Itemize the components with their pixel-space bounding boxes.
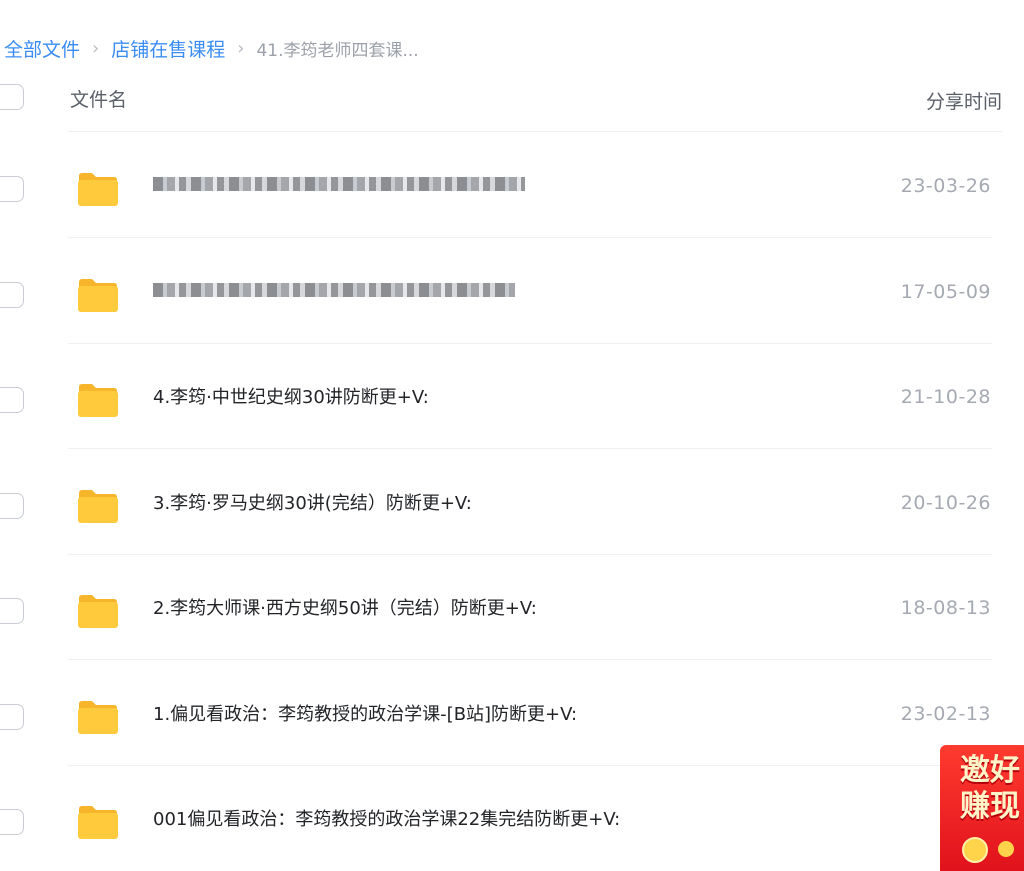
breadcrumb: 全部文件 › 店铺在售课程 › 41.李筠老师四套课... bbox=[4, 34, 419, 62]
column-header-name[interactable]: 文件名 bbox=[70, 85, 127, 112]
file-row[interactable]: 4.李筠·中世纪史纲30讲防断更+V: 21-10-28 bbox=[0, 344, 1024, 449]
file-list-header: 文件名 分享时间 bbox=[0, 78, 1024, 118]
file-name[interactable]: 1.偏见看政治：李筠教授的政治学课-[B站]防断更+V: bbox=[153, 700, 577, 726]
file-row[interactable]: 1.偏见看政治：李筠教授的政治学课-[B站]防断更+V: 23-02-13 bbox=[0, 661, 1024, 766]
folder-icon bbox=[76, 804, 120, 840]
folder-icon bbox=[76, 171, 120, 207]
coin-icon bbox=[962, 837, 988, 863]
folder-icon bbox=[76, 488, 120, 524]
select-all-checkbox[interactable] bbox=[0, 84, 24, 110]
promo-text-line-2: 赚现 bbox=[960, 789, 1020, 824]
row-checkbox[interactable] bbox=[0, 387, 24, 413]
file-name[interactable] bbox=[153, 177, 525, 191]
file-row[interactable]: 23-03-26 bbox=[0, 133, 1024, 238]
file-name[interactable]: 2.李筠大师课·西方史纲50讲（完结）防断更+V: bbox=[153, 594, 537, 620]
share-time: 23-02-13 bbox=[900, 702, 991, 725]
file-row[interactable]: 17-05-09 bbox=[0, 239, 1024, 344]
chevron-right-icon: › bbox=[92, 37, 100, 59]
share-time: 20-10-26 bbox=[900, 491, 991, 514]
file-name[interactable]: 3.李筠·罗马史纲30讲(完结）防断更+V: bbox=[153, 489, 472, 515]
promo-banner[interactable]: 邀好 赚现 bbox=[940, 745, 1024, 871]
file-name[interactable] bbox=[153, 282, 515, 297]
promo-text-line-1: 邀好 bbox=[960, 753, 1020, 788]
file-row[interactable]: 2.李筠大师课·西方史纲50讲（完结）防断更+V: 18-08-13 bbox=[0, 555, 1024, 660]
header-divider bbox=[68, 131, 1002, 132]
row-checkbox[interactable] bbox=[0, 703, 24, 730]
file-name[interactable]: 001偏见看政治：李筠教授的政治学课22集完结防断更+V: bbox=[153, 805, 620, 831]
folder-icon bbox=[76, 277, 120, 313]
breadcrumb-store-courses[interactable]: 店铺在售课程 bbox=[111, 35, 225, 62]
folder-icon bbox=[76, 382, 120, 418]
file-row[interactable]: 3.李筠·罗马史纲30讲(完结）防断更+V: 20-10-26 bbox=[0, 450, 1024, 555]
row-checkbox[interactable] bbox=[0, 281, 24, 308]
share-time: 23-03-26 bbox=[900, 175, 991, 197]
folder-icon bbox=[76, 593, 120, 629]
share-time: 18-08-13 bbox=[900, 597, 991, 619]
chevron-right-icon: › bbox=[237, 37, 245, 59]
breadcrumb-all-files[interactable]: 全部文件 bbox=[4, 35, 80, 62]
folder-icon bbox=[76, 699, 120, 735]
breadcrumb-current: 41.李筠老师四套课... bbox=[256, 40, 419, 61]
coin-icon bbox=[998, 841, 1014, 857]
share-time: 21-10-28 bbox=[900, 386, 991, 408]
column-header-share-time[interactable]: 分享时间 bbox=[926, 87, 1002, 114]
share-time: 17-05-09 bbox=[900, 280, 991, 303]
row-checkbox[interactable] bbox=[0, 176, 24, 202]
row-checkbox[interactable] bbox=[0, 492, 24, 519]
row-checkbox[interactable] bbox=[0, 598, 24, 624]
row-checkbox[interactable] bbox=[0, 809, 24, 835]
file-row[interactable]: 001偏见看政治：李筠教授的政治学课22集完结防断更+V:23-0 bbox=[0, 766, 1024, 871]
file-name[interactable]: 4.李筠·中世纪史纲30讲防断更+V: bbox=[153, 383, 429, 409]
